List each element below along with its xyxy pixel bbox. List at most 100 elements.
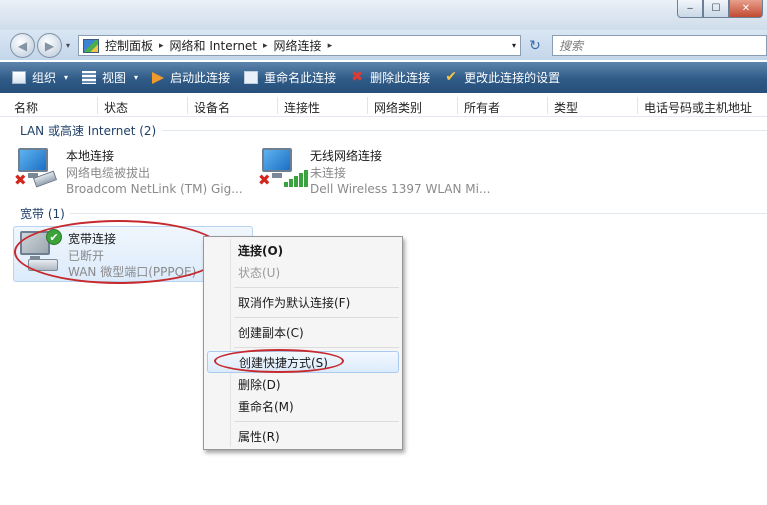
column-divider[interactable]	[277, 97, 278, 114]
breadcrumb-item-control-panel[interactable]: 控制面板 ▸	[105, 37, 170, 54]
title-bar: ‒ ☐ ✕	[0, 0, 767, 30]
breadcrumb-chevron-icon[interactable]: ▸	[263, 41, 268, 51]
column-headers: 名称 状态 设备名 连接性 网络类别 所有者 类型 电话号码或主机地址	[0, 95, 767, 117]
broadband-computer-icon: ✔	[16, 229, 62, 273]
change-settings-button[interactable]: ✔ 更改此连接的设置	[444, 69, 560, 86]
forward-button[interactable]: ▶	[37, 33, 62, 58]
start-connection-label: 启动此连接	[170, 71, 231, 85]
column-header-phone-host[interactable]: 电话号码或主机地址	[644, 99, 752, 116]
back-button[interactable]: ◀	[10, 33, 35, 58]
connection-text: 宽带连接 已断开 WAN 微型端口(PPPOE)	[68, 231, 196, 281]
maximize-button[interactable]: ☐	[703, 0, 729, 18]
search-input[interactable]: 搜索	[552, 35, 767, 56]
column-header-connectivity[interactable]: 连接性	[284, 99, 320, 116]
delete-x-icon: ✖	[351, 69, 363, 85]
view-label: 视图	[102, 71, 127, 85]
breadcrumb-item-network-connections[interactable]: 网络连接 ▸	[274, 37, 339, 54]
refresh-button[interactable]: ↻	[523, 36, 547, 55]
menu-separator	[234, 287, 399, 288]
breadcrumb-label: 网络和 Internet	[169, 39, 258, 53]
network-computer-icon: ✖	[14, 146, 58, 190]
connection-status: 未连接	[310, 165, 347, 180]
column-divider[interactable]	[637, 97, 638, 114]
wireless-computer-icon: ✖	[258, 146, 308, 190]
column-divider[interactable]	[457, 97, 458, 114]
menu-separator	[234, 347, 399, 348]
connection-item-wireless[interactable]: ✖ 无线网络连接 未连接 Dell Wireless 1397 WLAN Mi.…	[258, 146, 508, 196]
rename-connection-label: 重命名此连接	[264, 71, 337, 85]
rename-connection-button[interactable]: 重命名此连接	[244, 69, 336, 86]
column-header-type[interactable]: 类型	[554, 99, 578, 116]
menu-item-create-copy[interactable]: 创建副本(C)	[207, 321, 399, 343]
connection-device: Dell Wireless 1397 WLAN Mi...	[310, 182, 491, 196]
menu-separator	[234, 421, 399, 422]
column-divider[interactable]	[547, 97, 548, 114]
breadcrumb-chevron-icon[interactable]: ▸	[328, 41, 333, 51]
rename-icon	[244, 71, 259, 84]
checkmark-icon: ✔	[445, 69, 457, 85]
menu-item-rename[interactable]: 重命名(M)	[207, 395, 399, 417]
connection-text: 本地连接 网络电缆被拔出 Broadcom NetLink (TM) Gig..…	[66, 148, 243, 198]
monitor-icon	[18, 148, 48, 172]
column-header-device[interactable]: 设备名	[194, 99, 230, 116]
group-title-broadband[interactable]: 宽带 (1)	[20, 205, 65, 222]
default-check-icon: ✔	[46, 229, 62, 245]
view-button[interactable]: 视图 ▾	[82, 69, 138, 86]
window-controls: ‒ ☐ ✕	[677, 0, 763, 18]
menu-item-cancel-default[interactable]: 取消作为默认连接(F)	[207, 291, 399, 313]
menu-item-status: 状态(U)	[238, 265, 281, 280]
connection-name: 本地连接	[66, 149, 115, 163]
group-title-lan[interactable]: LAN 或高速 Internet (2)	[20, 122, 156, 139]
address-dropdown-icon[interactable]: ▾	[512, 41, 516, 50]
recent-pages-dropdown[interactable]: ▾	[66, 41, 70, 50]
column-divider[interactable]	[187, 97, 188, 114]
connection-device: WAN 微型端口(PPPOE)	[68, 265, 197, 279]
disconnected-x-icon: ✖	[14, 171, 27, 189]
back-arrow-icon: ◀	[17, 38, 28, 53]
column-header-owner[interactable]: 所有者	[464, 99, 500, 116]
breadcrumb-chevron-icon[interactable]: ▸	[159, 41, 164, 51]
navigation-bar: ◀ ▶ ▾ 控制面板 ▸ 网络和 Internet ▸ 网络连接 ▸ ▾ ↻ 搜…	[0, 30, 767, 60]
close-button[interactable]: ✕	[729, 0, 763, 18]
connection-item-local[interactable]: ✖ 本地连接 网络电缆被拔出 Broadcom NetLink (TM) Gig…	[14, 146, 244, 196]
menu-item-delete[interactable]: 删除(D)	[207, 373, 399, 395]
connection-text: 无线网络连接 未连接 Dell Wireless 1397 WLAN Mi...	[310, 148, 490, 198]
column-header-name[interactable]: 名称	[14, 99, 38, 116]
refresh-icon: ↻	[529, 37, 541, 54]
menu-item-create-shortcut[interactable]: 创建快捷方式(S)	[207, 351, 399, 373]
minimize-button[interactable]: ‒	[677, 0, 703, 18]
column-divider[interactable]	[97, 97, 98, 114]
menu-item-connect[interactable]: 连接(O)	[207, 239, 399, 261]
column-divider[interactable]	[367, 97, 368, 114]
connection-name: 宽带连接	[68, 232, 117, 246]
menu-item-properties[interactable]: 属性(R)	[207, 425, 399, 447]
group-divider	[70, 213, 767, 214]
monitor-stand	[272, 173, 282, 178]
organize-button[interactable]: 组织 ▾	[12, 69, 68, 86]
breadcrumb-item-network-internet[interactable]: 网络和 Internet ▸	[170, 37, 274, 54]
connection-status: 网络电缆被拔出	[66, 165, 151, 180]
modem-icon	[28, 259, 58, 271]
column-header-network-category[interactable]: 网络类别	[374, 99, 422, 116]
column-header-status[interactable]: 状态	[104, 99, 128, 116]
start-connection-button[interactable]: 启动此连接	[152, 69, 230, 86]
delete-connection-label: 删除此连接	[370, 71, 431, 85]
connection-status: 已断开	[68, 248, 105, 263]
delete-connection-button[interactable]: ✖ 删除此连接	[350, 69, 430, 86]
menu-separator	[234, 317, 399, 318]
connection-name: 无线网络连接	[310, 149, 383, 163]
organize-icon	[12, 71, 26, 84]
disconnected-x-icon: ✖	[258, 171, 271, 189]
chevron-down-icon: ▾	[134, 73, 139, 82]
forward-arrow-icon: ▶	[44, 38, 55, 53]
breadcrumb-label: 网络连接	[273, 39, 322, 53]
breadcrumb-label: 控制面板	[105, 39, 154, 53]
command-bar: 组织 ▾ 视图 ▾ 启动此连接 重命名此连接 ✖ 删除此连接 ✔ 更改此连接的设…	[0, 62, 767, 93]
arrow-right-icon	[152, 71, 165, 84]
chevron-down-icon: ▾	[64, 73, 69, 82]
organize-label: 组织	[32, 71, 57, 85]
view-icon	[82, 71, 97, 84]
address-bar[interactable]: 控制面板 ▸ 网络和 Internet ▸ 网络连接 ▸ ▾	[78, 35, 521, 56]
control-panel-icon	[83, 38, 99, 53]
monitor-icon	[262, 148, 292, 172]
